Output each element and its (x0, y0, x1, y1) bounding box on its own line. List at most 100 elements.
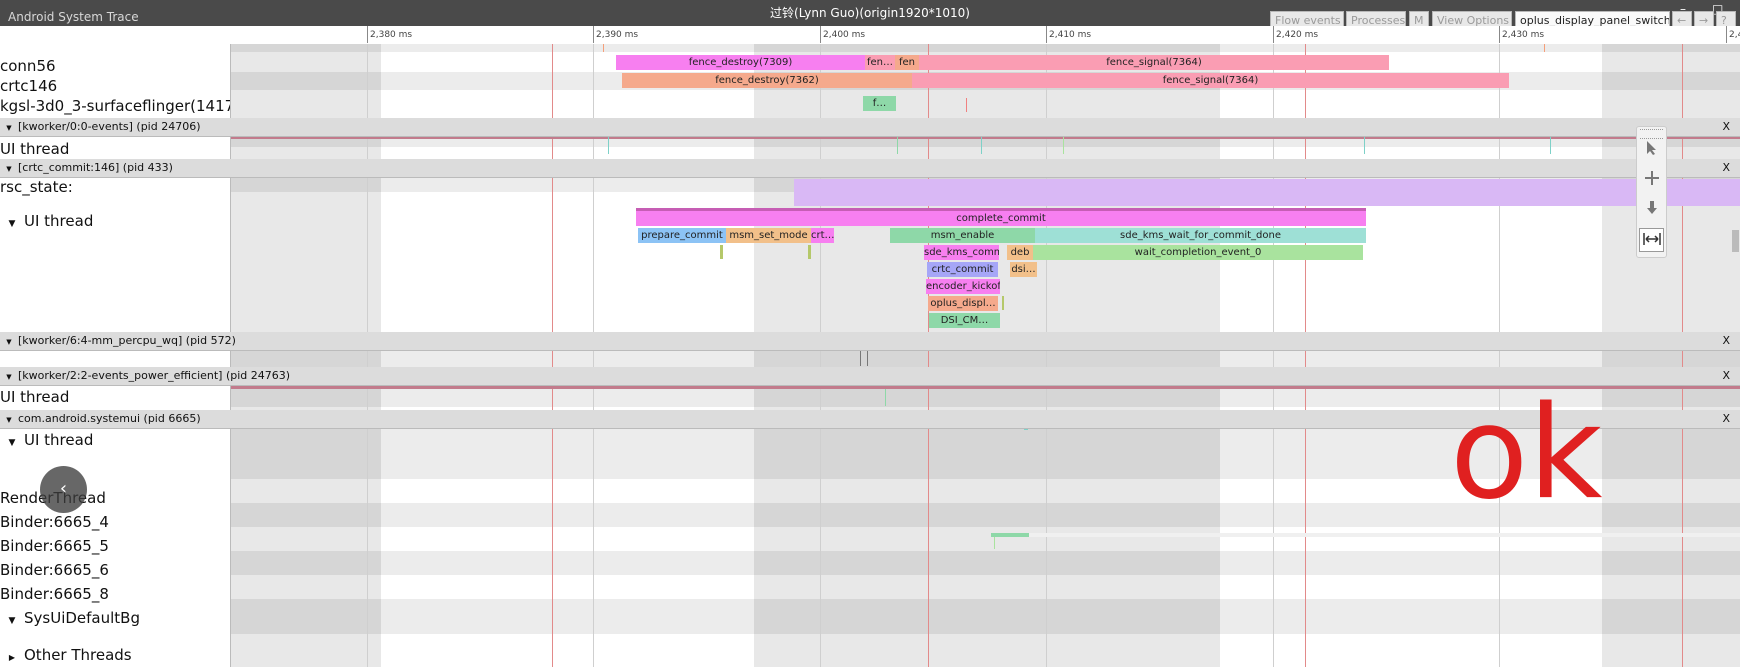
slice[interactable]: deb (1007, 245, 1033, 260)
process-group-label: [kworker/2:2-events_power_efficient] (pi… (18, 369, 291, 382)
close-icon[interactable]: X (1722, 367, 1730, 385)
event-marker[interactable] (981, 136, 982, 154)
slice[interactable]: sde_kms_wait_for_commit_done (1035, 228, 1366, 243)
slice[interactable]: fen… (865, 55, 895, 70)
slice[interactable]: encoder_kickoff (926, 279, 1000, 294)
track-label-ui-thread-expanded[interactable]: ▼ UI thread (0, 212, 94, 230)
mouse-mode-toolbar (1636, 126, 1667, 258)
process-group-crtc-commit[interactable]: ▼ [crtc_commit:146] (pid 433) X (0, 159, 1740, 178)
zoom-tool-icon[interactable] (1639, 199, 1664, 223)
close-icon[interactable]: X (1722, 332, 1730, 350)
process-group-label: [crtc_commit:146] (pid 433) (18, 161, 173, 174)
slice[interactable]: fence_destroy(7309) (616, 55, 865, 70)
track-label-binder-4[interactable]: Binder:6665_4 (0, 513, 109, 531)
timing-tool-icon[interactable] (1639, 228, 1664, 252)
track-label-ui-thread-expanded[interactable]: ▼ UI thread (0, 431, 94, 449)
ruler-tick (1726, 26, 1727, 43)
track-label-kgsl[interactable]: kgsl-3d0_3-surfaceflinger(1417) (0, 97, 230, 115)
expand-triangle-icon[interactable]: ▼ (0, 219, 24, 229)
expand-triangle-icon[interactable]: ▼ (0, 119, 18, 137)
event-marker[interactable] (608, 136, 609, 154)
ruler-tick-label: 2,400 ms (823, 30, 866, 40)
ruler-tick-label: 2,380 ms (370, 30, 413, 40)
track-label-binder-6[interactable]: Binder:6665_6 (0, 561, 109, 579)
event-marker[interactable] (808, 245, 811, 259)
track-label-text: Other Threads (24, 646, 132, 664)
expand-triangle-icon[interactable]: ▼ (0, 411, 18, 429)
event-marker[interactable] (1063, 136, 1064, 154)
ruler-tick-label: 2,44 (1729, 30, 1740, 40)
slice[interactable]: f… (863, 96, 896, 111)
slice[interactable]: DSI_CM… (929, 313, 1000, 328)
track-label-other-threads[interactable]: ▶ Other Threads (0, 646, 132, 664)
slice[interactable]: crtc_commit (927, 262, 998, 277)
event-marker[interactable] (897, 136, 898, 154)
close-icon[interactable]: X (1722, 159, 1730, 177)
back-button[interactable]: ‹ (40, 466, 87, 513)
event-marker[interactable] (1364, 136, 1365, 154)
slice[interactable]: fence_signal(7364) (919, 55, 1389, 70)
pan-tool-icon[interactable] (1639, 169, 1664, 193)
slice[interactable]: complete_commit (636, 211, 1366, 226)
slice[interactable]: fence_signal(7364) (912, 73, 1509, 88)
ruler-tick (593, 26, 594, 43)
slice[interactable]: oplus_displ… (928, 296, 998, 311)
track-label-binder-5[interactable]: Binder:6665_5 (0, 537, 109, 555)
slice[interactable]: fen (895, 55, 919, 70)
event-marker[interactable] (867, 351, 868, 366)
slice[interactable] (1029, 533, 1740, 537)
track-label-rsc-state[interactable]: rsc_state: (0, 178, 73, 196)
ruler-tick-label: 2,390 ms (596, 30, 639, 40)
expand-triangle-icon[interactable]: ▼ (0, 616, 24, 626)
selection-tool-icon[interactable] (1639, 139, 1664, 163)
ruler-tick (367, 26, 368, 43)
drag-handle-icon[interactable] (1640, 129, 1663, 139)
process-group-kworker-events[interactable]: ▼ [kworker/0:0-events] (pid 24706) X (0, 118, 1740, 137)
event-marker[interactable] (1550, 136, 1551, 154)
event-marker[interactable] (994, 537, 995, 549)
track-label-text: SysUiDefaultBg (24, 609, 140, 627)
slice[interactable]: fence_destroy(7362) (622, 73, 912, 88)
event-marker[interactable] (603, 44, 604, 52)
close-icon[interactable]: X (1722, 410, 1730, 428)
time-ruler[interactable]: 2,380 ms 2,390 ms 2,400 ms 2,410 ms 2,42… (230, 26, 1740, 45)
expand-triangle-icon[interactable]: ▼ (0, 368, 18, 386)
ruler-tick-label: 2,430 ms (1502, 30, 1545, 40)
slice[interactable]: msm_enable (890, 228, 1035, 243)
track-label-ui-thread[interactable]: UI thread (0, 140, 69, 158)
ruler-tick-label: 2,410 ms (1049, 30, 1092, 40)
close-icon[interactable]: X (1722, 118, 1730, 136)
expand-triangle-icon[interactable]: ▼ (0, 438, 24, 448)
track-label-ui-thread[interactable]: UI thread (0, 388, 69, 406)
slice[interactable]: crt… (811, 228, 834, 243)
process-group-kworker-mm[interactable]: ▼ [kworker/6:4-mm_percpu_wq] (pid 572) X (0, 332, 1740, 351)
slice[interactable]: dsi… (1010, 262, 1037, 277)
expand-triangle-icon[interactable]: ▼ (0, 160, 18, 178)
track-label-binder-8[interactable]: Binder:6665_8 (0, 585, 109, 603)
rsc-state-bar[interactable] (794, 179, 1740, 206)
process-group-label: [kworker/6:4-mm_percpu_wq] (pid 572) (18, 334, 236, 347)
slice[interactable]: sde_kms_commit (924, 245, 999, 260)
track-label-sysuidefaultbg[interactable]: ▼ SysUiDefaultBg (0, 609, 140, 627)
slice[interactable]: prepare_commit (638, 228, 726, 243)
ok-annotation: ok (1450, 379, 1603, 528)
event-marker[interactable] (966, 98, 967, 112)
track-label-conn56[interactable]: conn56 (0, 57, 56, 75)
event-marker[interactable] (720, 245, 723, 259)
slice[interactable]: msm_set_mode (726, 228, 811, 243)
collapse-triangle-icon[interactable]: ▶ (0, 653, 24, 662)
expand-triangle-icon[interactable]: ▼ (0, 333, 18, 351)
ruler-tick-label: 2,420 ms (1276, 30, 1319, 40)
slice[interactable] (991, 533, 1029, 537)
event-marker[interactable] (1544, 44, 1545, 52)
track-label-text: UI thread (24, 212, 94, 230)
process-group-label: com.android.systemui (pid 6665) (18, 412, 201, 425)
ruler-tick (1046, 26, 1047, 43)
track-area[interactable]: fence_destroy(7309) fen… fen fence_signa… (230, 44, 1740, 667)
event-marker[interactable] (1002, 296, 1004, 310)
event-marker[interactable] (860, 351, 861, 366)
vertical-scrollbar-thumb[interactable] (1732, 230, 1739, 252)
slice[interactable]: wait_completion_event_0 (1033, 245, 1363, 260)
track-label-crtc146[interactable]: crtc146 (0, 77, 57, 95)
event-marker[interactable] (885, 389, 886, 406)
